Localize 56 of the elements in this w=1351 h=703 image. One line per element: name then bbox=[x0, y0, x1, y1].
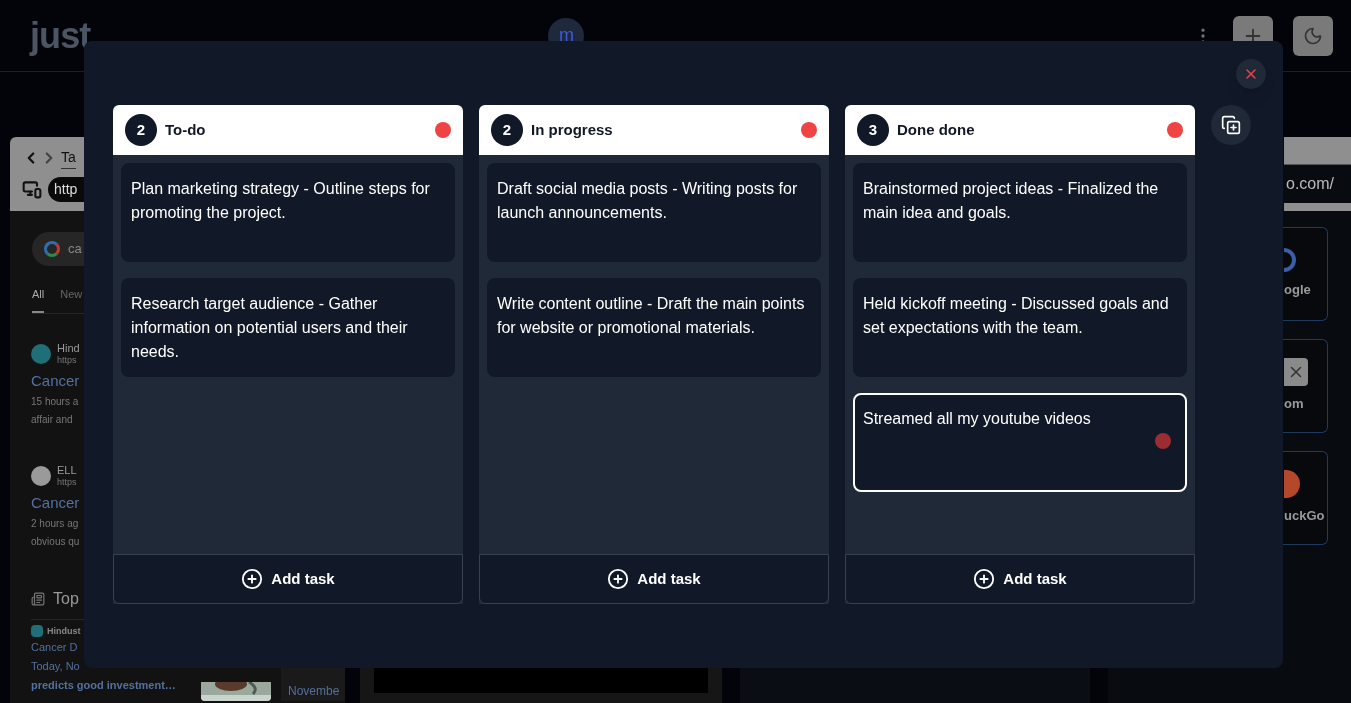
shortcut-tile[interactable]: om bbox=[1283, 339, 1328, 433]
news-icon bbox=[31, 591, 45, 606]
task-text: Draft social media posts - Writing posts for launch announcements. bbox=[497, 179, 799, 223]
task-card[interactable]: Held kickoff meeting - Discussed goals and set expectations with the team. bbox=[853, 278, 1187, 377]
task-text: Plan marketing strategy - Outline steps for promoting the project. bbox=[131, 179, 431, 223]
result-tab[interactable]: All bbox=[32, 286, 45, 313]
task-card[interactable]: Research target audience - Gather information on potential users and their needs. bbox=[121, 278, 455, 377]
add-task-button[interactable]: Add task bbox=[113, 554, 463, 604]
task-count: 2 bbox=[125, 114, 157, 146]
moon-icon bbox=[1303, 25, 1323, 46]
task-text: Held kickoff meeting - Discussed goals and set expectations with the team. bbox=[863, 294, 1170, 338]
shortcut-tile[interactable]: ogle bbox=[1283, 227, 1328, 321]
add-column-button[interactable] bbox=[1211, 105, 1251, 145]
shortcut-tile[interactable]: uckGo bbox=[1283, 451, 1328, 545]
task-text: Research target audience - Gather information on potential users and their needs. bbox=[131, 294, 409, 362]
section-title: Top bbox=[53, 588, 79, 609]
site-name: Hind bbox=[57, 341, 80, 354]
task-card[interactable]: Streamed all my youtube videos bbox=[853, 393, 1187, 492]
shortcut-label: ogle bbox=[1284, 281, 1311, 300]
column-title: In progress bbox=[531, 119, 613, 140]
site-logo-icon bbox=[31, 625, 43, 638]
shortcut-label: uckGo bbox=[1284, 507, 1325, 526]
task-text: Write content outline - Draft the main points for website or promotional materials. bbox=[497, 294, 806, 338]
shortcut-label: om bbox=[1284, 395, 1304, 414]
story-title[interactable]: predicts good investment… bbox=[31, 676, 191, 695]
task-card[interactable]: Draft social media posts - Writing posts for launch announcements. bbox=[487, 163, 821, 262]
column-title: Done done bbox=[897, 119, 975, 140]
browser-toolbar bbox=[1284, 137, 1351, 165]
task-count: 3 bbox=[857, 114, 889, 146]
drag-indicator-icon bbox=[1155, 433, 1171, 449]
theme-toggle-button[interactable] bbox=[1293, 15, 1333, 56]
result-snippet: affair and bbox=[31, 413, 74, 427]
task-text: Streamed all my youtube videos bbox=[863, 409, 1092, 429]
add-task-button[interactable]: Add task bbox=[845, 554, 1195, 604]
task-card[interactable]: Plan marketing strategy - Outline steps for promoting the project. bbox=[121, 163, 455, 262]
result-snippet: obvious qu bbox=[31, 535, 81, 549]
app-logo: just bbox=[30, 13, 91, 58]
add-icon bbox=[241, 568, 264, 590]
x-logo-icon bbox=[1284, 358, 1308, 387]
task-text: Brainstormed project ideas - Finalized the main idea and goals. bbox=[863, 179, 1160, 223]
add-task-button[interactable]: Add task bbox=[479, 554, 829, 604]
device-icon[interactable] bbox=[22, 179, 42, 199]
task-card[interactable]: Brainstormed project ideas - Finalized the main idea and goals. bbox=[853, 163, 1187, 262]
column-title: To-do bbox=[165, 119, 206, 140]
browser-tab[interactable]: Ta bbox=[61, 146, 76, 169]
result-meta: 15 hours a bbox=[31, 395, 80, 409]
task-count: 2 bbox=[491, 114, 523, 146]
add-icon bbox=[607, 568, 630, 590]
site-name: Hindust bbox=[47, 624, 81, 638]
google-icon bbox=[44, 241, 60, 257]
result-meta: 2 hours ag bbox=[31, 517, 80, 531]
task-card[interactable]: Write content outline - Draft the main points for website or promotional materials. bbox=[487, 278, 821, 377]
site-name: ELL bbox=[57, 463, 77, 476]
toolbar-strip bbox=[1284, 203, 1351, 211]
add-column-icon bbox=[1221, 115, 1241, 135]
add-icon bbox=[973, 568, 996, 590]
